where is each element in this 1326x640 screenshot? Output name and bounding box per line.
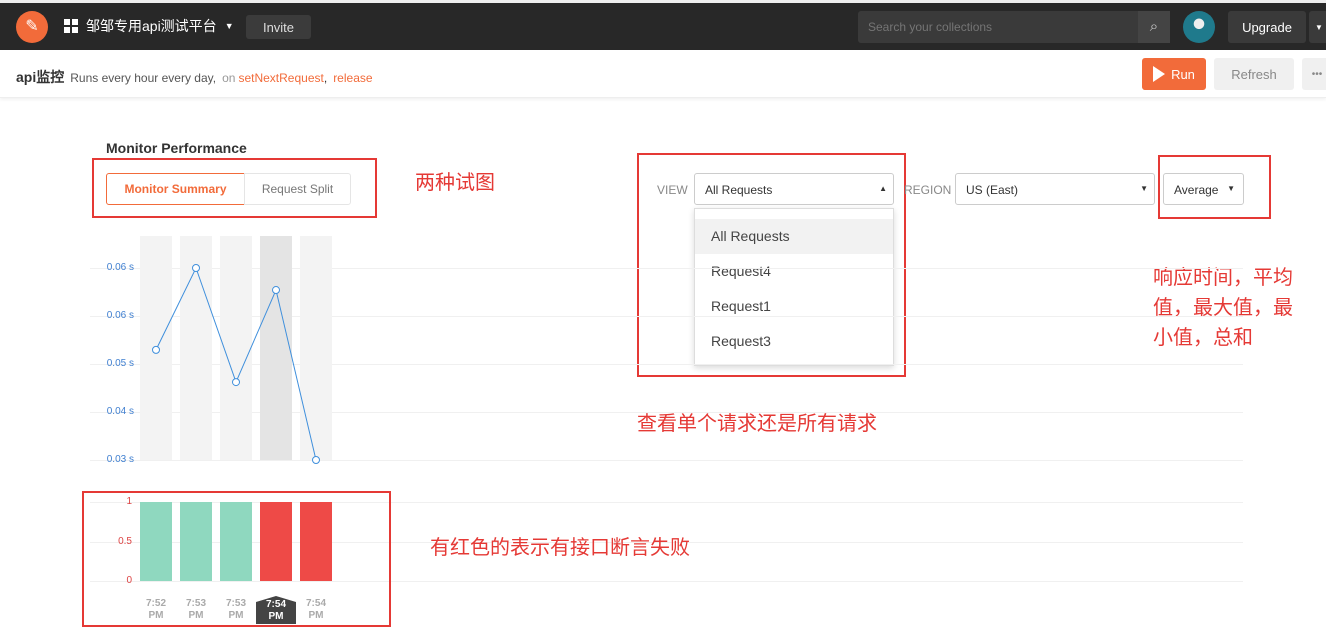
region-label: REGION — [904, 183, 952, 197]
environment-link[interactable]: release — [333, 71, 372, 85]
on-text: on — [222, 71, 236, 85]
y-tick-label: 0.06 s — [106, 262, 134, 273]
invite-button[interactable]: Invite — [246, 15, 311, 39]
upgrade-button[interactable]: Upgrade — [1228, 11, 1306, 43]
column-band[interactable] — [180, 236, 212, 460]
search-input[interactable] — [858, 11, 1138, 43]
schedule-text: Runs every hour every day, — [70, 71, 217, 85]
search-icon[interactable]: ⌕ — [1138, 11, 1170, 43]
monitor-name: api监控 — [16, 69, 65, 85]
collection-link[interactable]: setNextRequest — [238, 71, 323, 85]
grid-icon — [64, 19, 78, 33]
workspace-switcher[interactable]: 邹邹专用api测试平台 ▼ — [64, 14, 234, 38]
gridline — [90, 460, 1243, 461]
y-tick-label: 0.03 s — [106, 454, 134, 465]
annotation-failures: 有红色的表示有接口断言失败 — [430, 535, 690, 559]
annotation-box-failures — [82, 491, 391, 627]
annotation-box-metric — [1158, 155, 1271, 219]
column-band[interactable] — [140, 236, 172, 460]
annotation-metrics: 响应时间，平均 值，最大值，最 小值，总和 — [1153, 265, 1293, 349]
y-tick-label: 0.05 s — [106, 358, 134, 369]
column-band[interactable] — [220, 236, 252, 460]
tab-monitor-summary[interactable]: Monitor Summary — [106, 173, 245, 205]
top-bar: ✎ 邹邹专用api测试平台 ▼ Invite ⌕ Upgrade ▼ — [0, 0, 1326, 50]
avatar[interactable] — [1183, 11, 1215, 43]
play-icon — [1153, 66, 1166, 82]
run-button[interactable]: Run — [1142, 58, 1206, 90]
region-select[interactable]: US (East) ▼ — [955, 173, 1155, 205]
chevron-down-icon: ▼ — [1140, 184, 1148, 193]
annotation-box-view — [637, 153, 906, 377]
refresh-button[interactable]: Refresh — [1214, 58, 1294, 90]
section-title: Monitor Performance — [106, 140, 247, 156]
chevron-down-icon: ▼ — [224, 21, 234, 31]
search-box[interactable]: ⌕ — [858, 11, 1170, 43]
column-band[interactable] — [260, 236, 292, 460]
annotation-views: 两种试图 — [415, 170, 495, 194]
upgrade-dropdown[interactable]: ▼ — [1309, 11, 1326, 43]
more-button[interactable]: ••• — [1302, 58, 1326, 90]
tab-request-split[interactable]: Request Split — [244, 173, 351, 205]
column-band[interactable] — [300, 236, 332, 460]
postman-logo[interactable]: ✎ — [16, 11, 48, 43]
y-tick-label: 0.04 s — [106, 406, 134, 417]
workspace-name: 邹邹专用api测试平台 — [86, 18, 217, 34]
y-tick-label: 0.06 s — [106, 310, 134, 321]
monitor-header: api监控 Runs every hour every day, on setN… — [0, 50, 1326, 98]
